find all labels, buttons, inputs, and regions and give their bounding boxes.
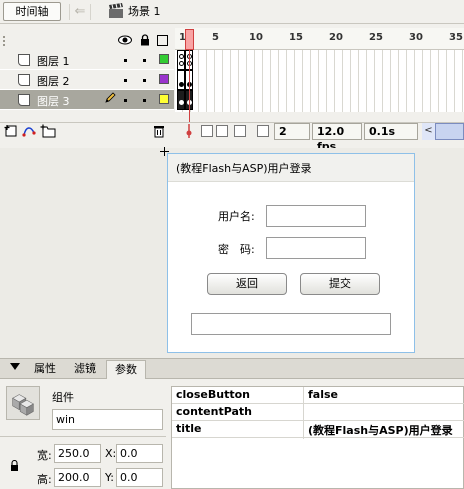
clapperboard-icon [109,3,123,18]
x-label: X: [105,447,117,460]
playhead[interactable] [185,29,194,50]
y-field[interactable]: 0.0 [116,468,163,487]
parameter-row[interactable]: closeButton false [172,387,464,404]
back-button[interactable]: 返回 [207,273,287,295]
lock-icon[interactable] [140,34,150,46]
pencil-icon [105,92,116,103]
layer-row-2[interactable]: 图层 2 [0,70,174,90]
layer-color-swatch[interactable] [159,74,169,84]
instance-name-field[interactable]: win [52,409,163,430]
timeline-tab-button[interactable]: 时间轴 [3,2,61,21]
onion-markers-icon[interactable] [257,125,269,137]
layer-color-swatch[interactable] [159,94,169,104]
password-input[interactable] [266,237,366,259]
username-input[interactable] [266,205,366,227]
ruler-number: 20 [329,32,343,43]
parameter-name: contentPath [176,405,252,418]
parameter-row[interactable]: contentPath [172,404,464,421]
parameter-name: closeButton [176,388,250,401]
parameter-row[interactable]: title (教程Flash与ASP)用户登录 [172,421,464,438]
elapsed-time-field: 0.1s [364,123,418,140]
layer-page-icon [18,74,30,86]
component-cubes-icon [6,386,40,420]
keyframe-cell[interactable] [177,70,185,90]
back-arrow-icon[interactable]: ⇐ [69,4,91,20]
center-frame-icon[interactable] [185,124,193,138]
width-label: 宽: [37,449,52,462]
keyframe-dot [179,100,184,105]
table-column-divider [303,387,304,439]
empty-keyframe-dot [179,61,184,66]
username-label: 用户名: [218,210,255,223]
layer-row-1[interactable]: 图层 1 [0,50,174,70]
frame-rate-field[interactable]: 12.0 fps [312,123,362,153]
divider [0,436,166,437]
lock-dot[interactable] [143,59,146,62]
add-motion-guide-icon[interactable] [22,124,36,138]
onion-outline-icon[interactable] [216,125,228,137]
keyframe-cell[interactable] [177,50,185,70]
component-type-label: 组件 [52,391,74,404]
layer-name: 图层 1 [37,55,70,68]
height-field[interactable]: 200.0 [54,468,101,487]
parameter-value[interactable]: (教程Flash与ASP)用户登录 [308,422,453,438]
layer-page-icon [18,54,30,66]
lock-dot[interactable] [143,99,146,102]
x-field[interactable]: 0.0 [116,444,163,463]
password-label: 密 码: [218,243,255,256]
add-folder-icon[interactable] [40,124,56,138]
width-field[interactable]: 250.0 [54,444,101,463]
ruler-number: 35 [449,32,463,43]
ruler-number: 5 [212,32,219,43]
visibility-dot[interactable] [124,99,127,102]
ruler-number: 15 [289,32,303,43]
scene-label[interactable]: 场景 1 [128,4,161,20]
scroll-left-button[interactable]: < [422,123,436,140]
status-text-field[interactable] [191,313,391,335]
height-label: 高: [37,473,52,486]
y-label: Y: [105,471,114,484]
layer-row-3[interactable]: 图层 3 [0,90,174,110]
layer-page-icon [18,94,30,106]
layer-name: 图层 3 [37,95,70,108]
dialog-title: (教程Flash与ASP)用户登录 [176,162,312,175]
layer-name: 图层 2 [37,75,70,88]
lock-aspect-ratio-icon[interactable] [10,460,19,471]
current-frame-field: 2 [274,123,310,140]
frame-ruler[interactable]: 1 5 10 15 20 25 30 35 [175,28,464,50]
tab-filters[interactable]: 滤镜 [68,360,102,379]
visibility-dot[interactable] [124,79,127,82]
outline-square-icon[interactable] [157,35,168,46]
edit-multiple-frames-icon[interactable] [234,125,246,137]
add-layer-icon[interactable] [4,124,18,138]
frame-grid[interactable] [175,50,464,112]
trash-icon[interactable] [153,124,165,138]
lock-dot[interactable] [143,79,146,82]
ruler-number: 30 [409,32,423,43]
parameter-name: title [176,422,202,435]
parameter-value[interactable]: false [308,388,338,401]
empty-keyframe-dot [179,54,184,59]
collapse-triangle-icon[interactable] [10,363,20,370]
keyframe-dot [179,82,184,87]
submit-button[interactable]: 提交 [300,273,380,295]
visibility-dot[interactable] [124,59,127,62]
tab-properties[interactable]: 属性 [28,360,62,379]
onion-skin-icon[interactable] [201,125,213,137]
layer-color-swatch[interactable] [159,54,169,64]
ruler-number: 10 [249,32,263,43]
tab-parameters[interactable]: 参数 [106,360,146,379]
eye-icon[interactable] [118,35,132,45]
panel-grip-icon[interactable] [3,36,7,46]
ruler-number: 25 [369,32,383,43]
